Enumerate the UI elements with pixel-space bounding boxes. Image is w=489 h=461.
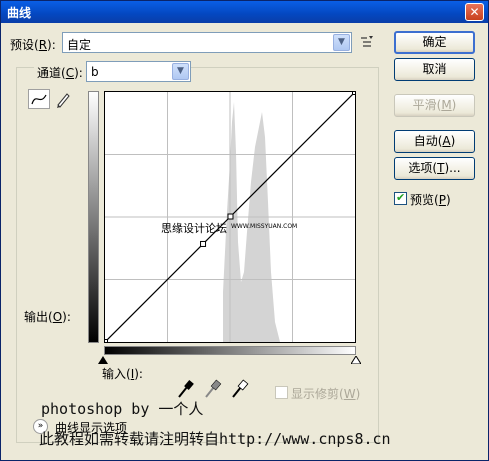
- chevron-down-icon[interactable]: ▼: [333, 34, 350, 51]
- curve-control-point[interactable]: [352, 92, 356, 95]
- eyedropper-gray-icon: [205, 379, 222, 398]
- output-label: 输出(O):: [24, 310, 71, 324]
- histogram: [223, 102, 280, 342]
- preset-select[interactable]: 自定 ▼: [62, 32, 352, 53]
- white-eyedropper[interactable]: [229, 379, 251, 399]
- preset-label: 预设(R):: [10, 38, 56, 52]
- pencil-tool[interactable]: [53, 89, 73, 109]
- eyedropper-white-icon: [232, 379, 249, 398]
- channel-select[interactable]: b ▼: [86, 61, 191, 82]
- options-button[interactable]: 选项(T)...: [394, 157, 475, 180]
- input-label: 输入(I):: [102, 367, 143, 381]
- channel-label: 通道(C):: [34, 64, 86, 81]
- preset-options-icon[interactable]: [360, 35, 376, 49]
- eyedropper-black-icon: [178, 380, 194, 398]
- preview-label: 预览(P): [410, 193, 451, 207]
- ok-button[interactable]: 确定: [394, 31, 475, 54]
- title-bar: 曲线 ✕: [1, 1, 488, 23]
- curve-control-point[interactable]: [200, 240, 207, 247]
- triangle-white-icon: [350, 355, 362, 365]
- close-button[interactable]: ✕: [465, 3, 484, 21]
- show-clipping-label: 显示修剪(W): [291, 387, 361, 401]
- curve-icon: [31, 94, 47, 105]
- preview-checkbox[interactable]: ✔: [394, 191, 407, 205]
- curve-control-point[interactable]: [227, 213, 234, 220]
- curve-graph[interactable]: 思缘设计论坛 WWW.MISSYUAN.COM: [104, 91, 356, 343]
- preset-value: 自定: [67, 38, 92, 52]
- curve-point-tool[interactable]: [28, 89, 50, 109]
- overlay-repost-note: 此教程如需转载请注明转自http://www.cnps8.cn: [39, 430, 391, 448]
- channel-value: b: [91, 65, 99, 79]
- curve-control-point[interactable]: [105, 339, 108, 343]
- show-clipping-checkbox[interactable]: [275, 386, 288, 399]
- auto-button[interactable]: 自动(A): [394, 130, 475, 153]
- chevron-down-icon[interactable]: ▼: [172, 63, 189, 80]
- input-gradient-ramp: [104, 346, 356, 355]
- watermark-text: 思缘设计论坛: [161, 222, 227, 235]
- pencil-icon: [57, 93, 70, 108]
- overlay-author-text: photoshop by 一个人: [41, 400, 204, 418]
- output-gradient-ramp: [88, 91, 99, 343]
- black-eyedropper[interactable]: [175, 379, 197, 399]
- curve-graph-canvas[interactable]: [105, 92, 355, 342]
- white-point-slider[interactable]: [350, 353, 362, 367]
- gray-eyedropper[interactable]: [202, 379, 224, 399]
- watermark-url: WWW.MISSYUAN.COM: [231, 223, 298, 230]
- checkmark-icon: ✔: [396, 191, 406, 204]
- dialog-title: 曲线: [7, 6, 32, 20]
- curves-dialog: 曲线 ✕ 预设(R): 自定 ▼ 通道(C): b ▼ 确定 取消 平滑(M) …: [0, 0, 489, 461]
- cancel-button[interactable]: 取消: [394, 58, 475, 81]
- triangle-black-icon: [98, 356, 108, 364]
- smooth-button[interactable]: 平滑(M): [394, 94, 475, 117]
